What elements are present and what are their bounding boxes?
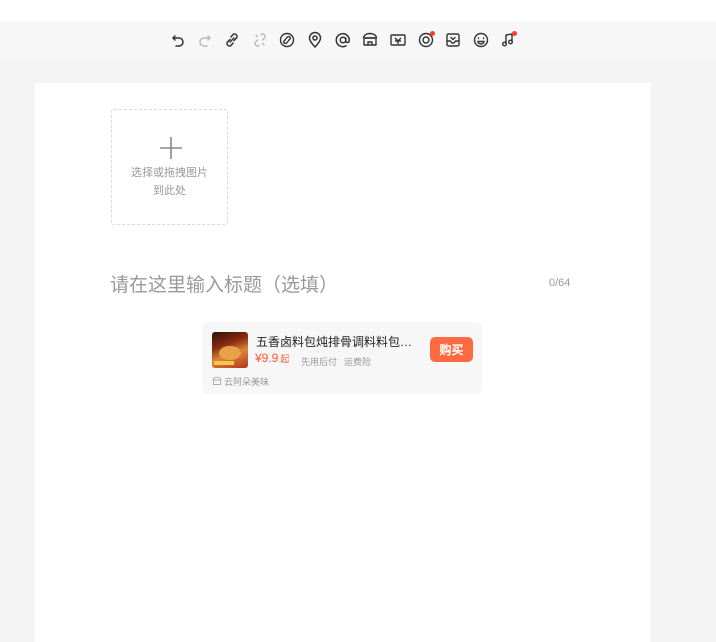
image-upload-area[interactable]: 选择或拖拽图片 到此处 bbox=[111, 109, 228, 225]
product-thumbnail bbox=[212, 332, 248, 368]
shop-name-text: 云阿朵美味 bbox=[224, 377, 270, 387]
undo-button[interactable] bbox=[168, 30, 188, 50]
shop-name: 云阿朵美味 bbox=[212, 375, 269, 388]
upload-hint-line1: 选择或拖拽图片 bbox=[131, 167, 208, 179]
product-name: 五香卤料包炖排骨调料料包… bbox=[256, 335, 413, 349]
emoji-icon bbox=[473, 32, 489, 48]
unlink-icon bbox=[254, 33, 266, 47]
title-input[interactable] bbox=[110, 271, 510, 301]
undo-icon bbox=[172, 35, 184, 47]
inbox-icon bbox=[446, 33, 460, 47]
upload-hint-line2: 到此处 bbox=[153, 185, 186, 197]
product-price: ¥9.9 起 bbox=[255, 351, 289, 365]
product-tags: 先用后付 运费险 bbox=[301, 355, 378, 368]
inbox-button[interactable] bbox=[443, 30, 463, 50]
shop-icon bbox=[212, 376, 222, 385]
redo-icon bbox=[199, 35, 211, 47]
price-suffix: 起 bbox=[280, 354, 290, 364]
mention-button[interactable] bbox=[333, 30, 353, 50]
buy-button[interactable]: 购买 bbox=[430, 337, 473, 362]
product-card[interactable]: 五香卤料包炖排骨调料料包… ¥9.9 起 先用后付 运费险 购买 云阿朵美味 bbox=[202, 322, 482, 394]
notification-dot bbox=[430, 31, 435, 36]
product-tag: 运费险 bbox=[344, 357, 372, 367]
editor-panel: 选择或拖拽图片 到此处 0/64 五香卤料包炖排骨调料料包… ¥9.9起 先用后… bbox=[35, 83, 650, 642]
link-circle-icon bbox=[279, 32, 295, 48]
plus-icon bbox=[160, 137, 182, 159]
price-value: ¥9.9 bbox=[255, 351, 279, 365]
location-button[interactable] bbox=[305, 30, 325, 50]
shop-icon bbox=[362, 32, 378, 46]
unlink-button[interactable] bbox=[250, 30, 270, 50]
product-tag: 先用后付 bbox=[301, 357, 338, 367]
link-button[interactable] bbox=[222, 30, 242, 50]
shop-button[interactable] bbox=[360, 30, 380, 50]
redo-button[interactable] bbox=[195, 30, 215, 50]
record-button[interactable] bbox=[416, 30, 436, 50]
editor-toolbar bbox=[0, 21, 716, 59]
at-mention-icon bbox=[335, 32, 350, 48]
title-char-counter: 0/64 bbox=[549, 277, 571, 289]
upload-hint: 选择或拖拽图片 到此处 bbox=[112, 164, 227, 200]
coupon-icon bbox=[390, 34, 406, 46]
notification-dot bbox=[512, 31, 517, 36]
coupon-button[interactable] bbox=[388, 30, 408, 50]
link-circle-button[interactable] bbox=[277, 30, 297, 50]
music-button[interactable] bbox=[498, 30, 518, 50]
link-icon bbox=[226, 33, 238, 47]
emoji-button[interactable] bbox=[471, 30, 491, 50]
location-pin-icon bbox=[308, 31, 322, 48]
top-bar bbox=[0, 0, 716, 21]
